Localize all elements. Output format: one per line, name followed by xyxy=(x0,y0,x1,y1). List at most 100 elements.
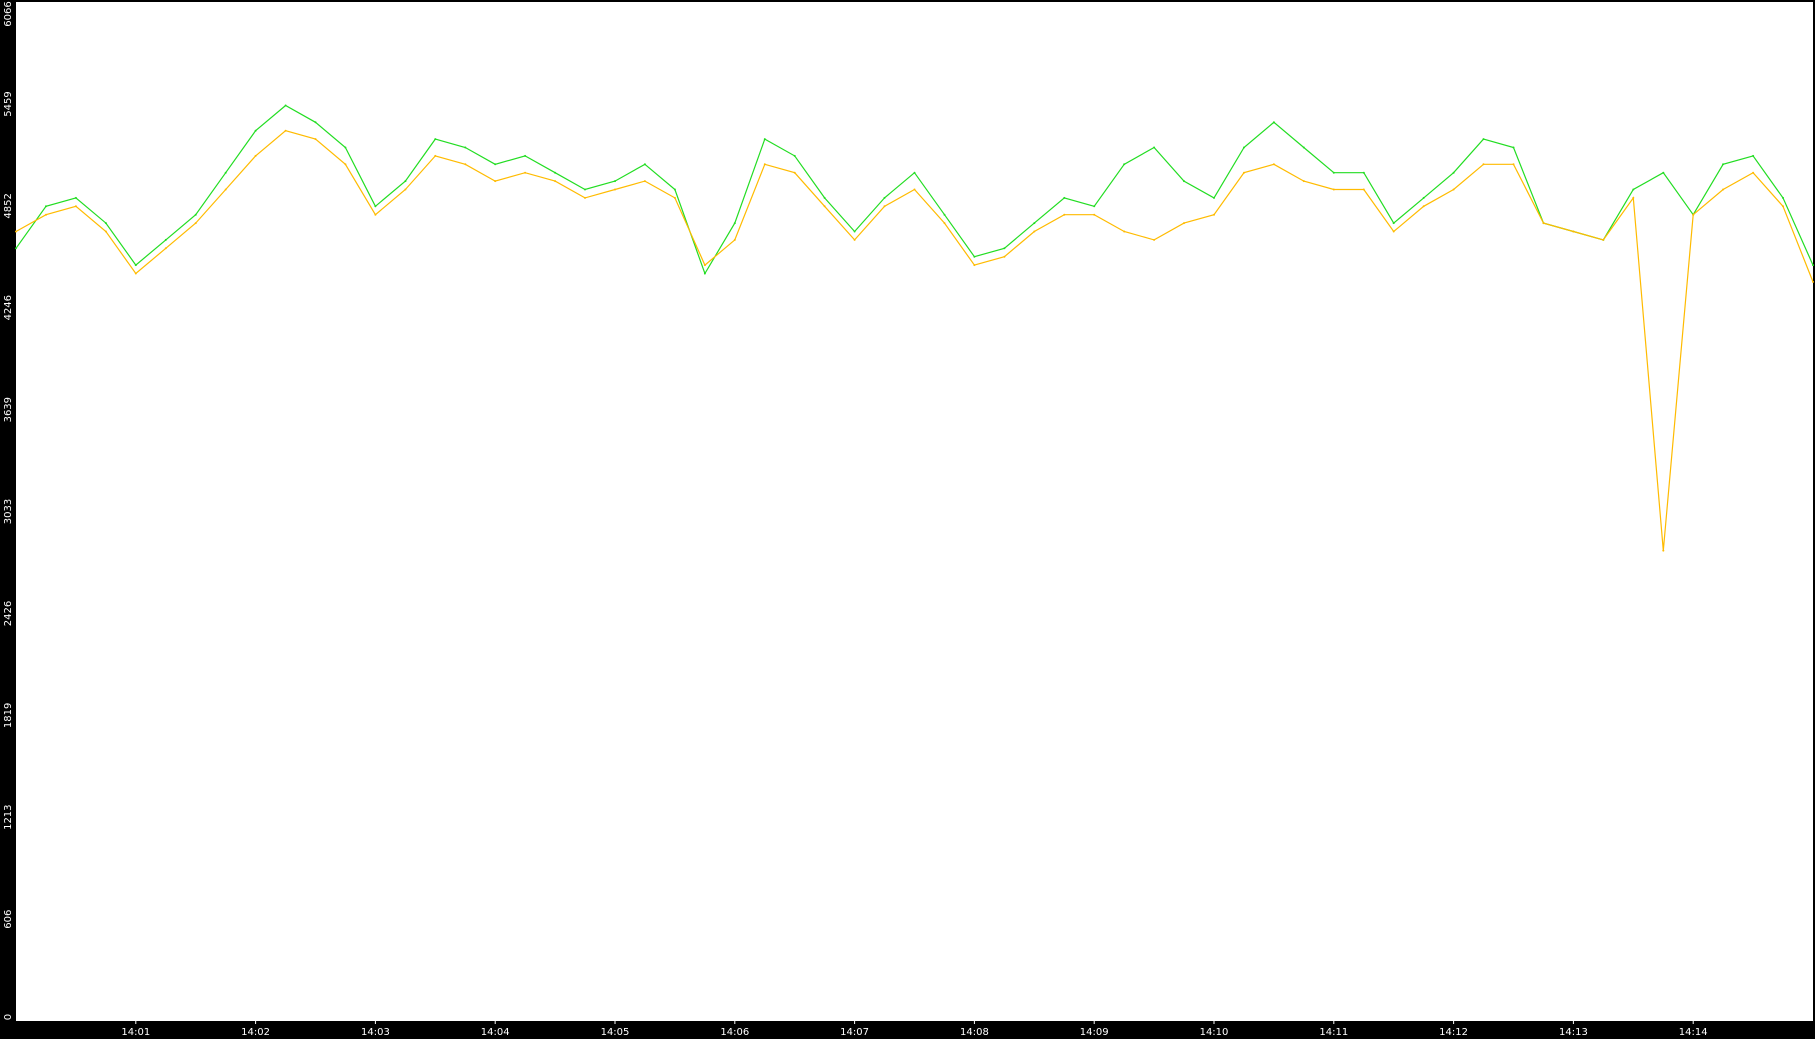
series-1-point xyxy=(404,188,407,191)
y-tick-label: 4852 xyxy=(3,193,14,218)
series-0-point xyxy=(1153,146,1156,149)
series-1-point xyxy=(554,180,557,183)
series-0-point xyxy=(1213,196,1215,199)
series-1-point xyxy=(1063,213,1066,216)
plot-area xyxy=(16,2,1813,1021)
y-tick-label: 4246 xyxy=(3,295,14,320)
series-1-point xyxy=(1213,213,1215,216)
series-0-point xyxy=(643,163,646,166)
x-tick-label: 14:01 xyxy=(121,1027,150,1038)
chart-container: 0 606 1213 1819 2426 3033 3639 4246 4852 5459 6066… xyxy=(0,0,1815,1039)
series-0-point xyxy=(404,180,407,183)
series-1-point xyxy=(1123,230,1126,233)
series-0-point xyxy=(134,264,137,267)
series-0-point xyxy=(15,247,17,250)
series-0-point xyxy=(1183,180,1185,183)
series-0-point xyxy=(1632,188,1635,191)
y-tick-label: 6066 xyxy=(3,1,14,26)
y-tick-label: 3033 xyxy=(3,499,14,524)
series-1-point xyxy=(793,171,796,174)
series-1-point xyxy=(1782,205,1784,208)
series-0-point xyxy=(584,188,586,191)
series-1-point xyxy=(643,180,646,183)
series-0-point xyxy=(1272,121,1275,124)
series-1-point xyxy=(1722,188,1725,191)
series-1-point xyxy=(1003,255,1006,258)
series-1-point xyxy=(1302,180,1305,183)
series-0-point xyxy=(45,205,47,208)
series-0-point xyxy=(1512,146,1515,149)
series-0-point xyxy=(344,146,347,149)
series-0-point xyxy=(224,171,227,174)
series-1-point xyxy=(164,247,167,250)
series-1-point xyxy=(254,154,257,157)
series-1-point xyxy=(1692,213,1695,216)
x-tick-label: 14:06 xyxy=(720,1027,749,1038)
series-1-point xyxy=(284,129,287,132)
series-1-point xyxy=(524,171,527,174)
x-tick-label: 14:03 xyxy=(361,1027,390,1038)
series-1-point xyxy=(1512,163,1515,166)
series-1-point xyxy=(1752,171,1755,174)
series-1-point xyxy=(673,196,676,199)
series-0-point xyxy=(703,272,706,275)
y-tick-label: 5459 xyxy=(3,91,14,116)
series-1-point xyxy=(943,222,946,225)
series-0-point xyxy=(1392,222,1395,225)
series-0-point xyxy=(194,213,197,216)
series-1-point xyxy=(45,213,47,216)
series-1-point xyxy=(1033,230,1036,233)
series-0-point xyxy=(1422,196,1425,199)
series-0-point xyxy=(1452,171,1455,174)
series-1-point xyxy=(344,163,347,166)
series-0-point xyxy=(733,222,736,225)
series-1-point xyxy=(464,163,467,166)
series-0-point xyxy=(284,104,287,107)
x-tick-label: 14:10 xyxy=(1200,1027,1229,1038)
x-tick-label: 14:14 xyxy=(1679,1027,1708,1038)
series-0-point xyxy=(763,138,766,141)
series-1-point xyxy=(733,238,736,241)
series-0-point xyxy=(1302,146,1305,149)
y-tick-label: 1819 xyxy=(3,703,14,728)
series-1-point xyxy=(1153,238,1156,241)
series-1-point xyxy=(1272,163,1275,166)
series-1-point xyxy=(1602,238,1605,241)
line-chart: 0 606 1213 1819 2426 3033 3639 4246 4852 5459 6066… xyxy=(3,1,1814,1038)
series-0-point xyxy=(1063,196,1066,199)
series-0-point xyxy=(554,171,557,174)
x-tick-label: 14:11 xyxy=(1319,1027,1348,1038)
series-1-point xyxy=(913,188,916,191)
series-0-point xyxy=(1812,264,1814,267)
series-0-point xyxy=(524,154,527,157)
series-1-point xyxy=(434,154,437,157)
series-1-point xyxy=(763,163,766,166)
x-tick-label: 14:09 xyxy=(1080,1027,1109,1038)
series-1-point xyxy=(614,188,616,191)
series-0-point xyxy=(164,238,167,241)
series-0-point xyxy=(973,255,976,258)
series-1-point xyxy=(1662,549,1665,552)
series-0-point xyxy=(374,205,377,208)
series-1-point xyxy=(1332,188,1335,191)
y-tick-label: 1213 xyxy=(3,804,14,829)
x-tick-label: 14:13 xyxy=(1559,1027,1588,1038)
x-tick-label: 14:08 xyxy=(960,1027,989,1038)
series-1-point xyxy=(314,138,317,141)
series-1-point xyxy=(883,205,886,208)
series-0-point xyxy=(1033,222,1036,225)
series-0-point xyxy=(913,171,916,174)
series-1-point xyxy=(194,222,197,225)
series-0-point xyxy=(104,222,107,225)
series-1-point xyxy=(853,238,856,241)
y-tick-label: 606 xyxy=(3,910,14,929)
series-0-point xyxy=(673,188,676,191)
series-0-point xyxy=(1123,163,1126,166)
series-1-point xyxy=(1452,188,1455,191)
x-tick-label: 14:02 xyxy=(241,1027,270,1038)
series-0-point xyxy=(314,121,317,124)
series-1-point xyxy=(973,264,976,267)
series-0-point xyxy=(1482,138,1485,141)
series-0-point xyxy=(793,154,796,157)
series-0-point xyxy=(943,213,946,216)
